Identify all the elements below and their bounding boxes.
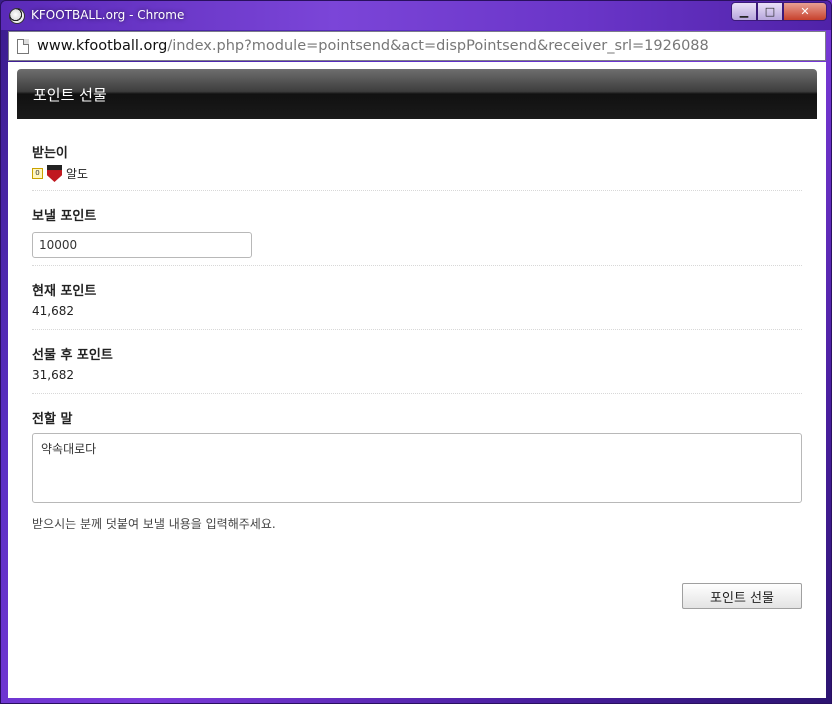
point-send-form: 받는이 0 알도 보낼 포인트 현재 포인트 41,682 선물 후 포인트 3…: [32, 134, 802, 544]
window-title: KFOOTBALL.org - Chrome: [31, 8, 185, 22]
close-button[interactable]: ✕: [783, 2, 827, 21]
message-label: 전할 말: [32, 412, 73, 427]
level-badge-icon: 0: [32, 168, 43, 179]
after-points-value: 31,682: [32, 368, 74, 382]
message-hint: 받으시는 분께 덧붙여 보낼 내용을 입력해주세요.: [32, 517, 276, 531]
minimize-button[interactable]: ▁: [731, 2, 757, 21]
window-controls: ▁ □ ✕: [731, 2, 827, 22]
message-section: 전할 말 약속대로다 받으시는 분께 덧붙여 보낼 내용을 입력해주세요.: [32, 394, 802, 544]
send-points-input[interactable]: [32, 232, 252, 258]
message-textarea[interactable]: 약속대로다: [32, 433, 802, 503]
title-bar: KFOOTBALL.org - Chrome ▁ □ ✕: [1, 1, 831, 30]
url-text[interactable]: www.kfootball.org/index.php?module=point…: [37, 38, 709, 54]
page-title: 포인트 선물: [33, 86, 107, 104]
current-points-label: 현재 포인트: [32, 284, 97, 299]
header-bar: 포인트 선물: [17, 69, 817, 119]
after-points-label: 선물 후 포인트: [32, 348, 113, 363]
send-points-button[interactable]: 포인트 선물: [682, 583, 802, 609]
address-bar[interactable]: www.kfootball.org/index.php?module=point…: [8, 31, 826, 61]
page-icon: [17, 38, 29, 54]
browser-window: KFOOTBALL.org - Chrome ▁ □ ✕ www.kfootba…: [0, 0, 832, 704]
url-host: www.kfootball.org: [37, 38, 168, 54]
page-content: 포인트 선물 받는이 0 알도 보낼 포인트 현재 포인트 41,682 선물: [8, 62, 826, 698]
receiver-section: 받는이 0 알도: [32, 134, 802, 191]
current-points-value: 41,682: [32, 304, 74, 318]
current-points-section: 현재 포인트 41,682: [32, 266, 802, 330]
send-points-section: 보낼 포인트: [32, 191, 802, 266]
send-points-label: 보낼 포인트: [32, 209, 97, 224]
receiver-name[interactable]: 알도: [66, 165, 88, 182]
soccer-ball-icon: [9, 8, 25, 24]
maximize-button[interactable]: □: [757, 2, 783, 21]
after-points-section: 선물 후 포인트 31,682: [32, 330, 802, 394]
receiver-label: 받는이: [32, 146, 68, 161]
url-path: /index.php?module=pointsend&act=dispPoin…: [167, 38, 709, 54]
club-emblem-icon: [47, 165, 62, 182]
receiver-row: 0 알도: [32, 165, 802, 182]
